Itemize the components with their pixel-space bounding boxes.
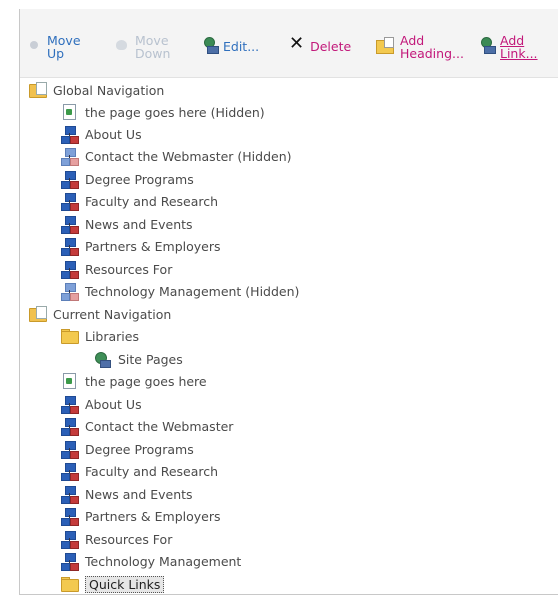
arrow-down-icon xyxy=(115,37,129,53)
global-navigation-node[interactable]: Global Navigation xyxy=(29,80,164,100)
navigation-link-icon xyxy=(61,216,79,234)
move-up-label-line2: Up xyxy=(47,46,65,61)
add-link-icon xyxy=(480,37,496,54)
navigation-link-icon xyxy=(61,126,79,144)
tree-item-label: the page goes here xyxy=(85,373,207,389)
tree-item[interactable]: Partners & Employers xyxy=(61,236,221,256)
navigation-link-icon xyxy=(61,283,79,301)
folder-icon xyxy=(61,328,79,344)
move-down-button[interactable]: Move Down xyxy=(115,34,170,60)
tree-item[interactable]: Technology Management xyxy=(61,551,241,571)
move-up-button[interactable]: Move Up xyxy=(27,34,81,60)
tree-item-label: Partners & Employers xyxy=(85,508,221,524)
add-heading-icon xyxy=(376,37,394,54)
tree-item-label: Resources For xyxy=(85,531,173,547)
global-navigation-label: Global Navigation xyxy=(53,82,165,98)
navigation-link-icon xyxy=(61,531,79,549)
tree-item[interactable]: News and Events xyxy=(61,484,193,504)
tree-item-label: About Us xyxy=(85,396,142,412)
tree-item[interactable]: Resources For xyxy=(61,529,172,549)
tree-item[interactable]: Faculty and Research xyxy=(61,461,218,481)
current-navigation-label: Current Navigation xyxy=(53,306,172,322)
tree-item-label: Partners & Employers xyxy=(85,238,221,254)
site-pages-node[interactable]: Site Pages xyxy=(94,349,183,369)
tree-item[interactable]: Degree Programs xyxy=(61,439,194,459)
navigation-link-icon xyxy=(61,508,79,526)
navigation-link-icon xyxy=(61,171,79,189)
tree-item-label: Contact the Webmaster (Hidden) xyxy=(85,148,292,164)
navigation-link-icon xyxy=(61,463,79,481)
tree-item-label: Degree Programs xyxy=(85,171,194,187)
tree-item[interactable]: Contact the Webmaster (Hidden) xyxy=(61,146,292,166)
toolbar: Move Up Move Down Edit... ✕ Delete Add H… xyxy=(20,9,558,78)
navigation-link-icon xyxy=(61,553,79,571)
navigation-link-icon xyxy=(61,261,79,279)
tree-item-label: Contact the Webmaster xyxy=(85,418,234,434)
navigation-link-icon xyxy=(61,418,79,436)
add-heading-button[interactable]: Add Heading... xyxy=(376,34,464,60)
tree-item-label: News and Events xyxy=(85,216,193,232)
tree-item[interactable]: About Us xyxy=(61,394,142,414)
edit-label: Edit... xyxy=(223,39,260,54)
site-pages-label: Site Pages xyxy=(118,351,183,367)
navigation-link-icon xyxy=(61,238,79,256)
page-icon xyxy=(61,373,78,389)
libraries-node[interactable]: Libraries xyxy=(61,326,139,346)
folder-icon xyxy=(61,576,79,592)
tree-item-label: Degree Programs xyxy=(85,441,194,457)
tree-item-label: Faculty and Research xyxy=(85,463,219,479)
page-icon xyxy=(61,104,78,120)
add-link-button[interactable]: Add Link... xyxy=(480,34,538,60)
tree-item-label: Technology Management (Hidden) xyxy=(85,283,300,299)
arrow-up-icon xyxy=(27,37,41,53)
current-navigation-node[interactable]: Current Navigation xyxy=(29,304,171,324)
edit-button[interactable]: Edit... xyxy=(203,34,260,54)
navigation-link-icon xyxy=(61,486,79,504)
tree-item[interactable]: Technology Management (Hidden) xyxy=(61,281,299,301)
navigation-link-icon xyxy=(61,193,79,211)
navigation-root-icon xyxy=(29,82,47,98)
delete-x-icon: ✕ xyxy=(289,33,305,54)
move-down-label-line2: Down xyxy=(135,46,171,61)
edit-icon xyxy=(203,37,219,54)
site-icon xyxy=(94,351,111,368)
tree-item-label: Resources For xyxy=(85,261,173,277)
tree-item[interactable]: Contact the Webmaster xyxy=(61,416,233,436)
tree-item[interactable]: the page goes here xyxy=(61,371,207,391)
tree-item-label: About Us xyxy=(85,126,142,142)
tree-item-label: News and Events xyxy=(85,486,193,502)
navigation-root-icon xyxy=(29,306,47,322)
tree-item-label: Technology Management xyxy=(85,553,242,569)
add-link-label-line2: Link... xyxy=(500,46,538,61)
tree-item[interactable]: About Us xyxy=(61,124,142,144)
delete-label: Delete xyxy=(310,39,352,54)
navigation-editor-panel: Move Up Move Down Edit... ✕ Delete Add H… xyxy=(19,9,558,595)
libraries-label: Libraries xyxy=(85,328,139,344)
navigation-link-icon xyxy=(61,148,79,166)
tree-item[interactable]: Faculty and Research xyxy=(61,191,218,211)
navigation-link-icon xyxy=(61,441,79,459)
tree-item[interactable]: News and Events xyxy=(61,214,193,234)
tree-item-label: the page goes here (Hidden) xyxy=(85,104,265,120)
delete-button[interactable]: ✕ Delete xyxy=(289,33,352,54)
quick-links-node[interactable]: Quick Links xyxy=(61,574,165,594)
tree-item-label: Faculty and Research xyxy=(85,193,219,209)
tree-item[interactable]: Resources For xyxy=(61,259,172,279)
tree-item[interactable]: the page goes here (Hidden) xyxy=(61,102,265,122)
navigation-link-icon xyxy=(61,396,79,414)
add-heading-label-line2: Heading... xyxy=(400,46,464,61)
quick-links-label: Quick Links xyxy=(85,575,165,593)
tree-item[interactable]: Partners & Employers xyxy=(61,506,221,526)
tree-item[interactable]: Degree Programs xyxy=(61,169,194,189)
